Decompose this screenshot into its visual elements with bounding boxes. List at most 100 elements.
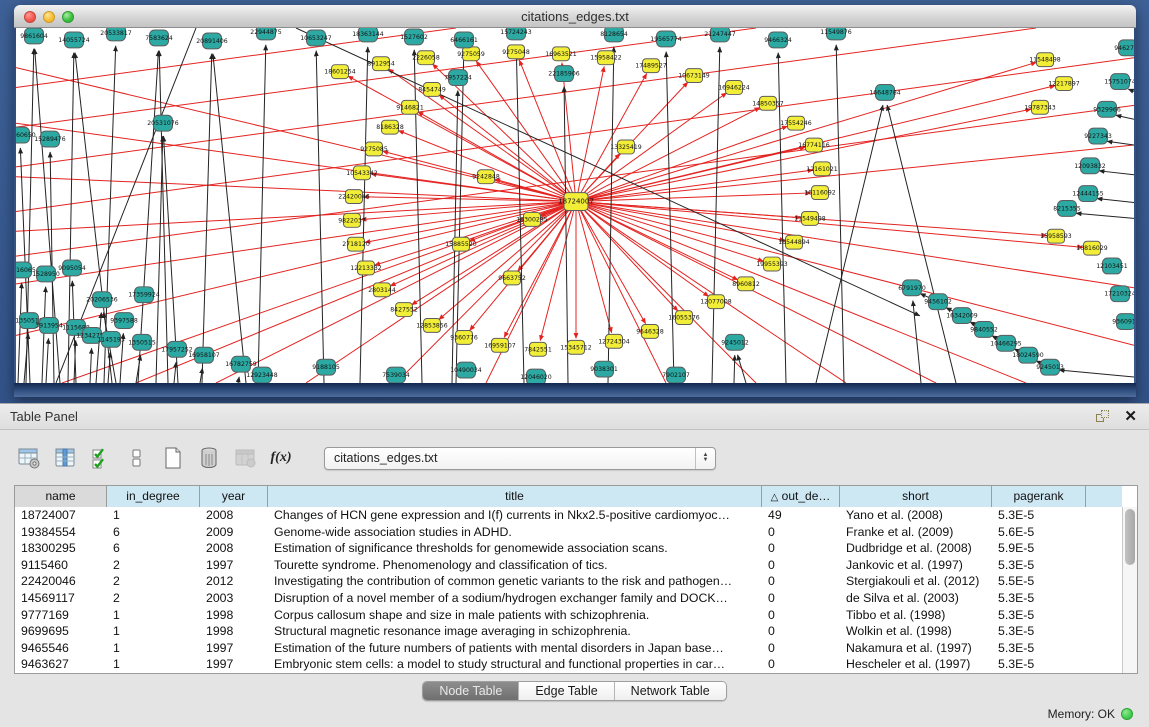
graph-node[interactable]: 2718120 bbox=[342, 237, 370, 251]
graph-node[interactable]: 8186328 bbox=[376, 120, 404, 134]
graph-node[interactable]: 9245013 bbox=[1036, 359, 1064, 375]
cell-name[interactable]: 18300295 bbox=[15, 540, 107, 557]
graph-node[interactable]: 9188105 bbox=[312, 359, 340, 375]
cell-pagerank[interactable]: 5.6E-5 bbox=[992, 524, 1086, 541]
column-header-out_degree[interactable]: △ out_de… bbox=[762, 486, 840, 507]
tab-node-table[interactable]: Node Table bbox=[423, 682, 518, 700]
cell-year[interactable]: 2008 bbox=[200, 507, 268, 524]
cell-short[interactable]: Nakamura et al. (1997) bbox=[840, 640, 992, 657]
graph-node[interactable]: 7539034 bbox=[382, 367, 410, 383]
cell-pagerank[interactable]: 5.3E-5 bbox=[992, 640, 1086, 657]
cell-short[interactable]: Dudbridge et al. (2008) bbox=[840, 540, 992, 557]
graph-node[interactable]: 10673149 bbox=[678, 69, 710, 83]
graph-node[interactable]: 1350515 bbox=[128, 334, 156, 350]
graph-node[interactable]: 9275085 bbox=[360, 142, 388, 156]
cell-out_degree[interactable]: 0 bbox=[762, 623, 840, 640]
cell-name[interactable]: 14569117 bbox=[15, 590, 107, 607]
network-canvas[interactable]: 1860125489129542226058927505992750481696… bbox=[16, 28, 1134, 383]
cell-title[interactable]: Corpus callosum shape and size in male p… bbox=[268, 607, 762, 624]
cell-out_degree[interactable]: 0 bbox=[762, 524, 840, 541]
graph-node[interactable]: 21247447 bbox=[704, 28, 736, 42]
table-row[interactable]: 911546021997Tourette syndrome. Phenomeno… bbox=[15, 557, 1122, 574]
graph-node[interactable]: 11548498 bbox=[1029, 53, 1061, 67]
cell-pagerank[interactable]: 5.3E-5 bbox=[992, 557, 1086, 574]
graph-node[interactable]: 20531076 bbox=[147, 115, 179, 131]
cell-pagerank[interactable]: 5.9E-5 bbox=[992, 540, 1086, 557]
table-scrollbar[interactable] bbox=[1122, 507, 1137, 673]
cell-name[interactable]: 22420046 bbox=[15, 573, 107, 590]
graph-node[interactable]: 7583624 bbox=[145, 30, 173, 46]
cell-title[interactable]: Changes of HCN gene expression and I(f) … bbox=[268, 507, 762, 524]
graph-node[interactable]: 16959107 bbox=[484, 338, 516, 352]
cell-name[interactable]: 9465546 bbox=[15, 640, 107, 657]
cell-title[interactable]: Estimation of the future numbers of pati… bbox=[268, 640, 762, 657]
cell-out_degree[interactable]: 0 bbox=[762, 540, 840, 557]
graph-node[interactable]: 9275059 bbox=[457, 47, 485, 61]
graph-node[interactable]: 20533817 bbox=[100, 28, 132, 41]
graph-node[interactable]: 12161021 bbox=[806, 162, 838, 176]
cell-year[interactable]: 2003 bbox=[200, 590, 268, 607]
graph-node[interactable]: 9245012 bbox=[721, 334, 749, 350]
graph-node[interactable]: 19787343 bbox=[1024, 100, 1056, 114]
window-titlebar[interactable]: citations_edges.txt bbox=[14, 5, 1136, 28]
graph-node[interactable]: 16946224 bbox=[718, 81, 750, 95]
cell-out_degree[interactable]: 0 bbox=[762, 656, 840, 673]
graph-node[interactable]: 16782759 bbox=[225, 356, 257, 372]
graph-node[interactable]: 7842551 bbox=[524, 342, 552, 356]
cell-pagerank[interactable]: 5.3E-5 bbox=[992, 507, 1086, 524]
cell-in_degree[interactable]: 1 bbox=[107, 640, 200, 657]
graph-node[interactable]: 9329966 bbox=[1093, 101, 1121, 117]
table-row[interactable]: 977716911998Corpus callosum shape and si… bbox=[15, 607, 1122, 624]
cell-year[interactable]: 1998 bbox=[200, 607, 268, 624]
cell-year[interactable]: 1997 bbox=[200, 656, 268, 673]
table-row[interactable]: 1830029562008Estimation of significance … bbox=[15, 540, 1122, 557]
graph-node[interactable]: 9861604 bbox=[20, 28, 48, 44]
graph-node[interactable]: 10490034 bbox=[450, 362, 482, 378]
graph-node[interactable]: 9397588 bbox=[110, 313, 138, 329]
column-header-title[interactable]: title bbox=[268, 486, 762, 507]
cell-year[interactable]: 1997 bbox=[200, 557, 268, 574]
cell-year[interactable]: 2012 bbox=[200, 573, 268, 590]
table-scrollbar-thumb[interactable] bbox=[1125, 509, 1135, 565]
graph-node[interactable]: 2226058 bbox=[412, 51, 440, 65]
cell-in_degree[interactable]: 1 bbox=[107, 607, 200, 624]
cell-in_degree[interactable]: 2 bbox=[107, 557, 200, 574]
cell-year[interactable]: 2008 bbox=[200, 540, 268, 557]
graph-node[interactable]: 18024590 bbox=[1012, 347, 1044, 363]
column-header-in_degree[interactable]: in_degree bbox=[107, 486, 200, 507]
graph-node[interactable]: 16116092 bbox=[804, 186, 836, 200]
graph-node[interactable]: 12103451 bbox=[1096, 258, 1128, 274]
graph-node[interactable]: 9038301 bbox=[590, 361, 618, 377]
cell-year[interactable]: 2009 bbox=[200, 524, 268, 541]
cell-out_degree[interactable]: 49 bbox=[762, 507, 840, 524]
cell-pagerank[interactable]: 5.3E-5 bbox=[992, 590, 1086, 607]
graph-node[interactable]: 20891406 bbox=[196, 33, 228, 49]
cell-name[interactable]: 18724007 bbox=[15, 507, 107, 524]
close-panel-icon[interactable]: ✕ bbox=[1124, 410, 1137, 424]
table-row[interactable]: 1872400712008Changes of HCN gene express… bbox=[15, 507, 1122, 524]
graph-node[interactable]: 8912954 bbox=[367, 57, 395, 71]
graph-node[interactable]: 13325419 bbox=[610, 140, 642, 154]
table-row[interactable]: 946554611997Estimation of the future num… bbox=[15, 640, 1122, 657]
delete-table-button[interactable] bbox=[230, 443, 260, 473]
cell-name[interactable]: 9115460 bbox=[15, 557, 107, 574]
graph-node[interactable]: 1527602 bbox=[400, 29, 428, 45]
graph-node[interactable]: 8427552 bbox=[390, 303, 418, 317]
graph-node[interactable]: 22944875 bbox=[250, 28, 282, 40]
cell-out_degree[interactable]: 0 bbox=[762, 640, 840, 657]
graph-node[interactable]: 9360776 bbox=[450, 330, 478, 344]
graph-node[interactable]: 12724304 bbox=[598, 334, 630, 348]
column-header-name[interactable]: name bbox=[15, 486, 107, 507]
cell-name[interactable]: 9777169 bbox=[15, 607, 107, 624]
column-header-year[interactable]: year bbox=[200, 486, 268, 507]
cell-pagerank[interactable]: 5.3E-5 bbox=[992, 607, 1086, 624]
column-header-short[interactable]: short bbox=[840, 486, 992, 507]
graph-node[interactable]: 6466161 bbox=[450, 32, 478, 48]
graph-node[interactable]: 15289476 bbox=[34, 131, 66, 147]
graph-node[interactable]: 9546328 bbox=[636, 324, 664, 338]
delete-columns-button[interactable] bbox=[194, 443, 224, 473]
graph-node[interactable]: 17359924 bbox=[128, 287, 160, 303]
cell-title[interactable]: Estimation of significance thresholds fo… bbox=[268, 540, 762, 557]
cell-out_degree[interactable]: 0 bbox=[762, 590, 840, 607]
graph-node[interactable]: 7902107 bbox=[662, 367, 690, 383]
